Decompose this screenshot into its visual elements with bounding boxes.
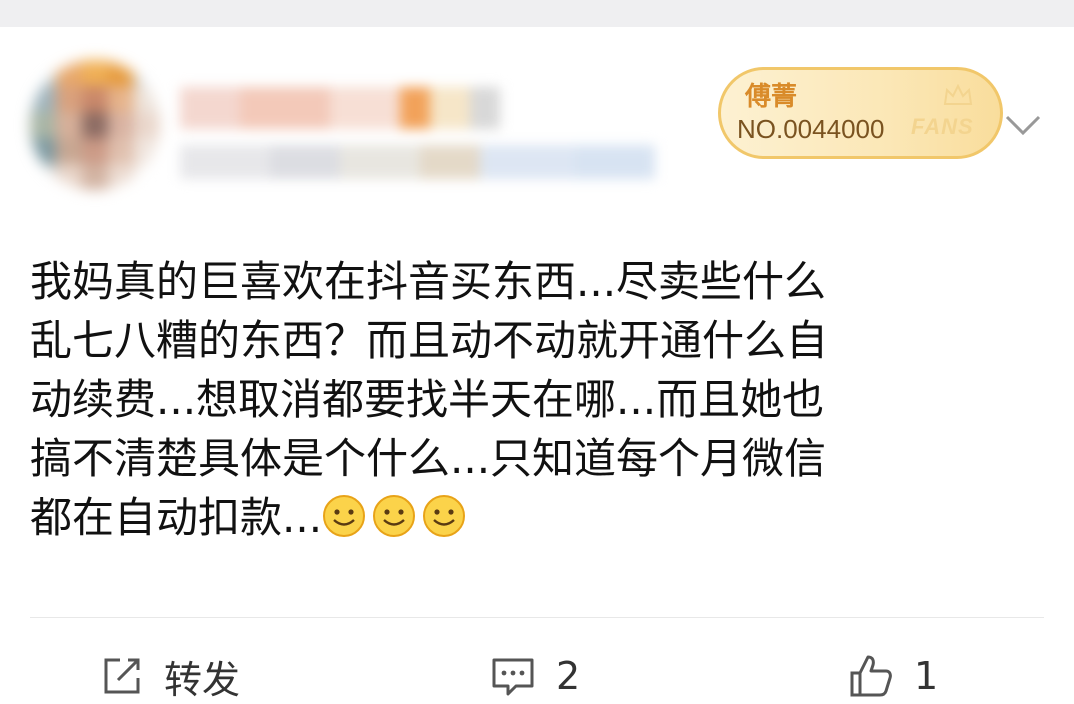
chevron-down-icon[interactable] [1003, 111, 1043, 139]
post-text-line: 动续费...想取消都要找半天在哪...而且她也 [30, 375, 825, 424]
post-text-line: 乱七八糟的东西？而且动不动就开通什么自 [30, 316, 829, 365]
comment-count: 2 [556, 654, 581, 698]
repost-button[interactable]: 转发 [100, 649, 240, 703]
weibo-post-card: 傅菁 NO.0044000 FANS 我妈真的巨喜欢在抖音买东西...尽卖些什么… [0, 27, 1074, 702]
crown-icon [943, 84, 973, 105]
post-meta-blurred [180, 145, 655, 179]
comment-icon [492, 658, 534, 696]
fans-badge-number: NO.0044000 [737, 114, 885, 144]
divider [30, 617, 1044, 618]
post-text-line: 我妈真的巨喜欢在抖音买东西...尽卖些什么 [30, 257, 827, 306]
fans-badge[interactable]: 傅菁 NO.0044000 FANS [718, 67, 1003, 159]
username-blurred[interactable] [180, 87, 500, 129]
avatar[interactable] [30, 60, 160, 190]
post-text-last-line: 都在自动扣款... [30, 488, 1030, 547]
thumbs-up-icon [850, 655, 892, 697]
smile-emoji-icon [373, 495, 416, 537]
post-text-line: 搞不清楚具体是个什么...只知道每个月微信 [30, 434, 827, 483]
repost-icon [104, 658, 140, 694]
post-text-line: 都在自动扣款... [30, 493, 323, 542]
top-strip [0, 0, 1074, 27]
like-count: 1 [914, 654, 939, 698]
fans-badge-name: 傅菁 [745, 82, 798, 112]
smile-emoji-icon [423, 495, 466, 537]
fans-badge-word: FANS [911, 114, 974, 139]
comment-button[interactable]: 2 [490, 649, 580, 703]
smile-emoji-icon [323, 495, 366, 537]
post-text: 我妈真的巨喜欢在抖音买东西...尽卖些什么 乱七八糟的东西？而且动不动就开通什么… [30, 252, 1030, 547]
like-button[interactable]: 1 [848, 649, 938, 703]
repost-label: 转发 [164, 657, 241, 702]
